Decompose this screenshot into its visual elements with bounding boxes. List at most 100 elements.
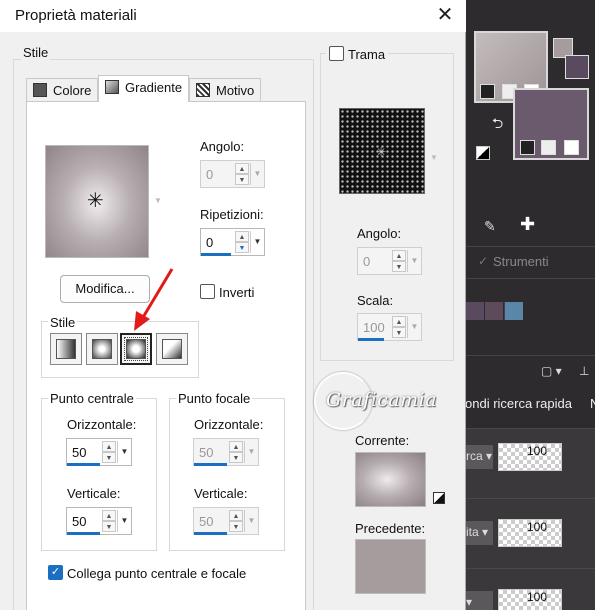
centrale-verticale-up-icon[interactable]: ▲ (102, 510, 116, 521)
centrale-verticale-label: Verticale: (67, 486, 121, 501)
focale-orizzontale-dropdown-icon: ▼ (244, 441, 258, 463)
center-point-icon[interactable]: ✳ (87, 191, 104, 211)
centrale-orizzontale-dropdown-icon[interactable]: ▼ (117, 441, 131, 463)
pin-icon[interactable]: ⊥ (579, 364, 589, 378)
bg-pattern-button[interactable] (564, 140, 579, 155)
linear-gradient-button[interactable] (50, 333, 82, 365)
preview-dropdown-icon[interactable]: ▼ (154, 196, 162, 205)
centrale-orizzontale-value[interactable]: 50 (72, 445, 86, 460)
trama-angolo-dropdown-icon: ▼ (407, 250, 421, 272)
close-icon[interactable]: ✕ (432, 4, 458, 28)
sunburst-gradient-button[interactable] (120, 333, 152, 365)
window-icon[interactable]: ▢ ▾ (541, 364, 562, 378)
ricerca-label[interactable]: ondi ricerca rapida (465, 396, 572, 411)
angolo-label: Angolo: (200, 139, 245, 154)
focale-verticale-up-icon: ▲ (229, 510, 243, 521)
angolo-spin: 0 ▲ ▼ ▼ (200, 160, 265, 188)
centrale-verticale-dropdown-icon[interactable]: ▼ (117, 510, 131, 532)
centrale-verticale-down-icon[interactable]: ▼ (102, 521, 116, 532)
linear-gradient-icon (56, 339, 76, 359)
blend-combo-3[interactable]: ▾ (466, 591, 493, 610)
precedente-swatch[interactable] (355, 539, 426, 594)
focale-verticale-value: 50 (199, 514, 214, 529)
swap-colors-icon[interactable]: ⮌ (492, 113, 503, 137)
rectangular-gradient-button[interactable] (86, 333, 118, 365)
mini-swatch-purple[interactable] (565, 55, 589, 79)
tab-colore[interactable]: Colore (26, 78, 99, 102)
add-icon[interactable]: ✚ (520, 214, 535, 235)
texture-preview: ✳ (339, 108, 425, 194)
focale-verticale-dropdown-icon: ▼ (244, 510, 258, 532)
trama-scala-down-icon: ▼ (392, 327, 406, 338)
palette-color-2[interactable] (485, 302, 503, 320)
centrale-verticale-spin[interactable]: 50 ▲ ▼ ▼ (66, 507, 132, 535)
angolo-up-icon: ▲ (235, 163, 249, 174)
focale-orizzontale-value: 50 (199, 445, 214, 460)
trama-scala-spin: 100 ▲ ▼ ▼ (357, 313, 422, 341)
radial-gradient-icon (162, 339, 182, 359)
swatch-style-icon[interactable] (433, 492, 445, 504)
trama-scala-dropdown-icon: ▼ (407, 316, 421, 338)
material-properties-dialog: Proprietà materiali ✕ Stile Colore Gradi… (0, 0, 466, 610)
opacity-field-2[interactable]: 100 (498, 519, 562, 547)
style-buttons-label: Stile (48, 315, 78, 330)
ripetizioni-value[interactable]: 0 (206, 235, 213, 250)
ripetizioni-down-icon[interactable]: ▼ (235, 242, 249, 253)
ripetizioni-dropdown-icon[interactable]: ▼ (250, 231, 264, 253)
tab-motivo[interactable]: Motivo (189, 78, 262, 102)
trama-label: Trama (348, 47, 386, 62)
focale-orizzontale-spin: 50 ▲ ▼ ▼ (193, 438, 259, 466)
gradient-preview[interactable]: ✳ (45, 145, 149, 258)
trama-scala-up-icon: ▲ (392, 316, 406, 327)
strumenti-label[interactable]: Strumenti (493, 254, 549, 269)
punto-focale-label: Punto focale (176, 391, 253, 406)
punto-centrale-label: Punto centrale (48, 391, 136, 406)
trama-angolo-value: 0 (363, 254, 371, 269)
opacity-field-1[interactable]: 100 (498, 443, 562, 471)
collega-label: Collega punto centrale e focale (67, 566, 247, 581)
blend-combo-1[interactable]: rca ▾ (466, 445, 493, 469)
ripetizioni-up-icon[interactable]: ▲ (235, 231, 249, 242)
corrente-label: Corrente: (355, 433, 410, 448)
centrale-verticale-value[interactable]: 50 (72, 514, 86, 529)
bg-style-button[interactable] (520, 140, 535, 155)
reset-colors-icon[interactable] (476, 146, 490, 160)
tab-colore-label: Colore (53, 83, 92, 98)
stile-group-label: Stile (21, 45, 51, 60)
palette-color-1[interactable] (466, 302, 484, 320)
opacity-field-3[interactable]: 100 (498, 589, 562, 610)
layer-row-1[interactable]: rca ▾ 100 (466, 428, 595, 498)
dropper-icon[interactable]: ✎ (484, 218, 496, 235)
ripetizioni-spin[interactable]: 0 ▲ ▼ ▼ (200, 228, 265, 256)
collega-checkbox[interactable]: ✓ (48, 565, 63, 580)
watermark-swirl (314, 372, 372, 430)
background-app-panel: ⮌ ✎ ✚ ✓ Strumenti ▢ ▾ ⊥ ondi ricerca rap… (465, 0, 595, 610)
layer-row-3[interactable]: ▾ 100 (466, 568, 595, 610)
radial-gradient-button[interactable] (156, 333, 188, 365)
trama-checkbox[interactable] (329, 46, 344, 61)
tab-gradiente-label: Gradiente (125, 80, 183, 95)
dialog-title: Proprietà materiali (15, 7, 137, 24)
focale-orizzontale-label: Orizzontale: (194, 417, 264, 432)
tab-motivo-label: Motivo (216, 83, 255, 98)
layer-row-2[interactable]: ita ▾ 100 (466, 498, 595, 568)
centrale-orizzontale-up-icon[interactable]: ▲ (102, 441, 116, 452)
inverti-checkbox[interactable] (200, 284, 215, 299)
trama-angolo-up-icon: ▲ (392, 250, 406, 261)
palette-color-4[interactable] (505, 302, 523, 320)
dialog-titlebar[interactable]: Proprietà materiali ✕ (0, 0, 466, 32)
ripetizioni-label: Ripetizioni: (200, 207, 264, 222)
centrale-orizzontale-label: Orizzontale: (67, 417, 137, 432)
tab-gradiente[interactable]: Gradiente (98, 75, 190, 102)
centrale-orizzontale-down-icon[interactable]: ▼ (102, 452, 116, 463)
angolo-value: 0 (206, 167, 214, 182)
blend-combo-2[interactable]: ita ▾ (466, 521, 493, 545)
trama-angolo-down-icon: ▼ (392, 261, 406, 272)
fg-style-button[interactable] (480, 84, 495, 99)
focale-verticale-spin: 50 ▲ ▼ ▼ (193, 507, 259, 535)
bg-texture-button[interactable] (541, 140, 556, 155)
centrale-orizzontale-spin[interactable]: 50 ▲ ▼ ▼ (66, 438, 132, 466)
angolo-down-icon: ▼ (235, 174, 249, 185)
trama-scala-label: Scala: (357, 293, 394, 308)
trama-angolo-spin: 0 ▲ ▼ ▼ (357, 247, 422, 275)
